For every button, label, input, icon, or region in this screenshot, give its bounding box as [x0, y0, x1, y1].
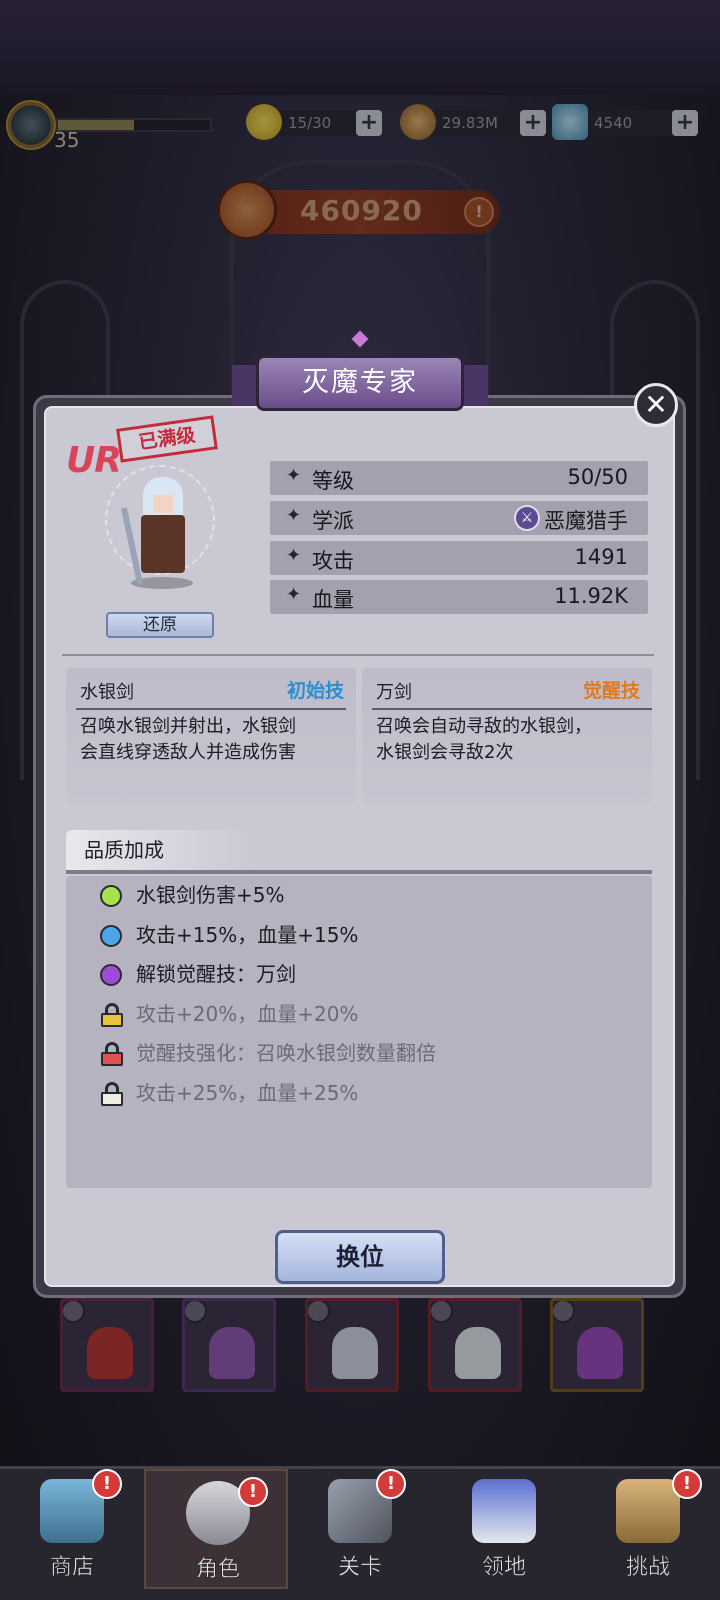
- restore-button[interactable]: 还原: [106, 612, 214, 638]
- skill-description-line: 会直线穿透敌人并造成伤害: [80, 742, 296, 763]
- skill-description-line: 水银剑会寻敌2次: [376, 742, 514, 763]
- nav-stages[interactable]: ! 关卡: [288, 1469, 432, 1589]
- quality-bonus-text: 解锁觉醒技：万剑: [136, 962, 296, 986]
- skill-name: 水银剑: [80, 682, 134, 703]
- stat-label: 攻击: [312, 549, 354, 573]
- purple-dot-icon: [100, 964, 122, 986]
- nav-label: 挑战: [625, 1555, 671, 1581]
- stat-label: 血量: [312, 588, 354, 612]
- notification-badge: !: [672, 1469, 702, 1499]
- stat-value: 11.92K: [554, 584, 628, 608]
- lock-icon: [100, 1081, 124, 1106]
- skill-description: 召唤水银剑并射出，水银剑 会直线穿透敌人并造成伤害: [80, 714, 296, 766]
- nav-territory[interactable]: 领地: [432, 1469, 576, 1589]
- quality-bonus-text: 攻击+15%，血量+15%: [136, 922, 359, 947]
- nav-label: 角色: [195, 1557, 241, 1583]
- skill-description-line: 召唤水银剑并射出，水银剑: [80, 716, 296, 737]
- skill-tag: 初始技: [286, 680, 344, 702]
- close-button[interactable]: ✕: [634, 383, 678, 427]
- nav-challenge[interactable]: ! 挑战: [576, 1469, 720, 1589]
- quality-bonus-list: 水银剑伤害+5% 攻击+15%，血量+15% 解锁觉醒技：万剑攻击+20%，血量+2…: [66, 876, 652, 1188]
- stat-row-attack: ✦ 攻击 1491: [270, 541, 648, 575]
- notification-badge: !: [92, 1469, 122, 1499]
- star-icon: ✦: [286, 545, 302, 566]
- hero-sprite: [120, 477, 197, 589]
- notification-badge: !: [376, 1469, 406, 1499]
- scroll-map-icon: [616, 1479, 680, 1543]
- quality-bonus-title: 品质加成: [66, 830, 254, 870]
- quality-bonus-text: 觉醒技强化：召唤水银剑数量翻倍: [136, 1041, 436, 1065]
- demon-hunter-icon: ⚔: [514, 505, 540, 531]
- stat-value: 恶魔猎手: [544, 509, 628, 533]
- skill-divider: [76, 708, 346, 710]
- stat-row-school: ✦ 学派 ⚔ 恶魔猎手: [270, 501, 648, 535]
- quality-bonus-text: 水银剑伤害+5%: [136, 883, 285, 907]
- swap-position-button[interactable]: 换位: [275, 1230, 445, 1284]
- hero-name-title: 灭魔专家: [256, 355, 464, 411]
- quality-divider: [66, 870, 652, 874]
- stat-label: 等级: [312, 469, 354, 493]
- nav-label: 关卡: [337, 1555, 383, 1581]
- nav-label: 商店: [49, 1555, 95, 1581]
- notification-badge: !: [238, 1477, 268, 1507]
- rarity-label: UR: [66, 440, 122, 481]
- section-divider: [62, 654, 654, 656]
- stat-value: 1491: [574, 545, 628, 569]
- stat-value-wrap: ⚔ 恶魔猎手: [514, 505, 628, 535]
- star-icon: ✦: [286, 584, 302, 605]
- nav-character[interactable]: ! 角色: [144, 1469, 288, 1589]
- skill-description: 召唤会自动寻敌的水银剑， 水银剑会寻敌2次: [376, 714, 592, 766]
- quality-bonus-header: 品质加成: [66, 830, 652, 874]
- green-dot-icon: [100, 885, 122, 907]
- stat-value: 50/50: [567, 465, 628, 489]
- star-icon: ✦: [286, 465, 302, 486]
- stat-label: 学派: [312, 509, 354, 533]
- star-icon: ✦: [286, 505, 302, 526]
- lock-icon: [100, 1042, 124, 1066]
- skill-card-initial[interactable]: 水银剑 初始技 召唤水银剑并射出，水银剑 会直线穿透敌人并造成伤害: [66, 668, 356, 803]
- title-banner: 灭魔专家: [232, 330, 488, 421]
- stat-row-level: ✦ 等级 50/50: [270, 461, 648, 495]
- skill-name: 万剑: [376, 682, 412, 703]
- quality-bonus-text: 攻击+20%，血量+20%: [136, 1001, 359, 1026]
- stat-row-hp: ✦ 血量 11.92K: [270, 580, 648, 614]
- skill-description-line: 召唤会自动寻敌的水银剑，: [376, 716, 592, 737]
- blue-dot-icon: [100, 924, 122, 947]
- skill-card-awakened[interactable]: 万剑 觉醒技 召唤会自动寻敌的水银剑， 水银剑会寻敌2次: [362, 668, 652, 803]
- castle-icon: [472, 1479, 536, 1543]
- bottom-nav: ! 商店 ! 角色 ! 关卡 领地 ! 挑战: [0, 1466, 720, 1600]
- skill-tag: 觉醒技: [582, 680, 640, 702]
- lock-icon: [100, 1002, 124, 1027]
- nav-shop[interactable]: ! 商店: [0, 1469, 144, 1589]
- skill-divider: [372, 708, 652, 710]
- nav-label: 领地: [481, 1555, 527, 1581]
- quality-bonus-text: 攻击+25%，血量+25%: [136, 1080, 359, 1105]
